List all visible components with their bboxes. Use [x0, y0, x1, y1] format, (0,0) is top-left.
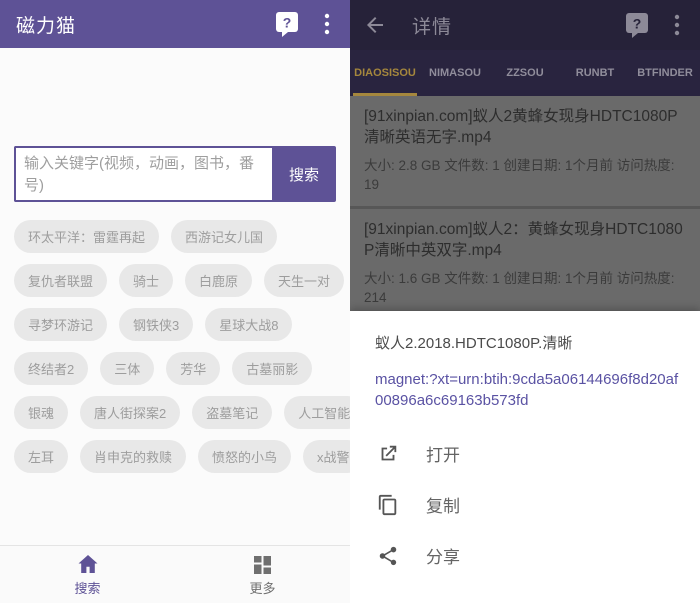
bottom-nav: 搜索 更多 [0, 545, 350, 603]
tag-chip[interactable]: 天生一对 [264, 264, 344, 297]
tag-chip[interactable]: 左耳 [14, 440, 68, 473]
details-app-bar: 详情 ? [350, 0, 700, 50]
tag-chip[interactable]: 骑士 [119, 264, 173, 297]
tag-chip[interactable]: 寻梦环游记 [14, 308, 107, 341]
tab-zzsou[interactable]: ZZSOU [490, 50, 560, 96]
tag-chip[interactable]: 银魂 [14, 396, 68, 429]
details-title: 详情 [412, 12, 452, 39]
nav-label: 更多 [249, 578, 275, 597]
kebab-icon [674, 13, 680, 37]
tag-row: 银魂唐人街探案2盗墓笔记人工智能 [14, 396, 346, 429]
result-title: [91xinpian.com]蚁人2：黄蜂女现身HDTC1080P清晰中英双字.… [364, 220, 686, 262]
help-button-dimmed[interactable]: ? [624, 11, 650, 39]
screenshot-stage: 磁力猫 ? 输入关键字(视频，动画，图书，番号) [0, 0, 700, 603]
back-button[interactable] [362, 11, 388, 39]
tag-chip[interactable]: 环太平洋：雷霆再起 [14, 220, 159, 253]
help-button[interactable]: ? [274, 10, 300, 38]
magnet-link[interactable]: magnet:?xt=urn:btih:9cda5a06144696f8d20a… [375, 369, 682, 411]
tag-chip[interactable]: 人工智能 [284, 396, 351, 429]
tag-row: 复仇者联盟骑士白鹿原天生一对 [14, 264, 346, 297]
tag-chip[interactable]: 星球大战8 [205, 308, 292, 341]
tag-chip[interactable]: 终结者2 [14, 352, 88, 385]
sheet-title: 蚁人2.2018.HDTC1080P.清晰 [375, 332, 680, 353]
help-bubble-icon: ? [275, 11, 299, 38]
result-meta: 大小: 1.6 GB 文件数: 1 创建日期: 1个月前 访问热度: 214 [364, 269, 686, 308]
share-icon [377, 545, 399, 567]
action-复制[interactable]: 复制 [350, 479, 700, 530]
tab-diaosisou[interactable]: DIAOSISOU [350, 50, 420, 96]
app-title: 磁力猫 [16, 11, 76, 38]
tab-btfinder[interactable]: BTFINDER [630, 50, 700, 96]
overflow-menu-button[interactable] [314, 10, 340, 38]
tag-chip[interactable]: 白鹿原 [185, 264, 252, 297]
tag-rows: 环太平洋：雷霆再起西游记女儿国复仇者联盟骑士白鹿原天生一对寻梦环游记钢铁侠3星球… [14, 220, 346, 484]
panel-search-home: 磁力猫 ? 输入关键字(视频，动画，图书，番号) [0, 0, 351, 603]
tag-chip[interactable]: 盗墓笔记 [192, 396, 272, 429]
details-app-bar-actions: ? [624, 0, 690, 50]
action-label: 分享 [426, 543, 460, 568]
app-bar: 磁力猫 ? [0, 0, 350, 48]
nav-label: 搜索 [74, 578, 100, 597]
search-row: 输入关键字(视频，动画，图书，番号) 搜索 [14, 146, 336, 202]
result-meta: 大小: 2.8 GB 文件数: 1 创建日期: 1个月前 访问热度: 19 [364, 156, 686, 195]
kebab-icon [324, 12, 330, 36]
action-label: 打开 [426, 441, 460, 466]
tag-chip[interactable]: 三体 [100, 352, 154, 385]
grid-icon [251, 552, 275, 576]
tag-chip[interactable]: 古墓丽影 [232, 352, 312, 385]
svg-text:?: ? [283, 14, 292, 30]
panel-details: 详情 ? DIAOSISOUNIMASOUZZSOURUNBTBTFINDER [350, 0, 700, 603]
tag-row: 环太平洋：雷霆再起西游记女儿国 [14, 220, 346, 253]
bottom-sheet: 蚁人2.2018.HDTC1080P.清晰 magnet:?xt=urn:bti… [350, 311, 700, 603]
nav-item-更多[interactable]: 更多 [175, 546, 350, 603]
tag-row: 寻梦环游记钢铁侠3 星球大战8 [14, 308, 346, 341]
search-button[interactable]: 搜索 [272, 146, 336, 202]
copy-icon [377, 494, 399, 516]
tab-nimasou[interactable]: NIMASOU [420, 50, 490, 96]
tag-chip[interactable]: 芳华 [166, 352, 220, 385]
tag-row: 终结者2 三体芳华古墓丽影 [14, 352, 346, 385]
tag-chip[interactable]: 西游记女儿国 [171, 220, 277, 253]
sheet-actions: 打开复制分享 [350, 428, 700, 581]
tag-chip[interactable]: 肖申克的救赎 [80, 440, 186, 473]
open-external-icon [377, 443, 399, 465]
home-icon [76, 552, 100, 576]
action-label: 复制 [426, 492, 460, 517]
tag-chip[interactable]: x战警 [303, 440, 351, 473]
result-card[interactable]: [91xinpian.com]蚁人2黄蜂女现身HDTC1080P清晰英语无字.m… [350, 96, 700, 206]
app-bar-actions: ? [274, 0, 340, 48]
search-placeholder: 输入关键字(视频，动画，图书，番号) [24, 153, 264, 197]
overflow-menu-button-dimmed[interactable] [664, 11, 690, 39]
svg-text:?: ? [633, 15, 642, 31]
help-bubble-icon: ? [625, 12, 649, 39]
nav-item-搜索[interactable]: 搜索 [0, 546, 175, 603]
tab-runbt[interactable]: RUNBT [560, 50, 630, 96]
action-分享[interactable]: 分享 [350, 530, 700, 581]
tag-row: 左耳肖申克的救赎愤怒的小鸟x战警 [14, 440, 346, 473]
result-title: [91xinpian.com]蚁人2黄蜂女现身HDTC1080P清晰英语无字.m… [364, 107, 686, 149]
back-arrow-icon [363, 13, 387, 37]
action-打开[interactable]: 打开 [350, 428, 700, 479]
tag-chip[interactable]: 唐人街探案2 [80, 396, 180, 429]
source-tabs: DIAOSISOUNIMASOUZZSOURUNBTBTFINDER [350, 50, 700, 96]
tag-chip[interactable]: 复仇者联盟 [14, 264, 107, 297]
tag-chip[interactable]: 钢铁侠3 [119, 308, 193, 341]
search-input[interactable]: 输入关键字(视频，动画，图书，番号) [14, 146, 272, 202]
tag-chip[interactable]: 愤怒的小鸟 [198, 440, 291, 473]
result-card[interactable]: [91xinpian.com]蚁人2：黄蜂女现身HDTC1080P清晰中英双字.… [350, 209, 700, 319]
